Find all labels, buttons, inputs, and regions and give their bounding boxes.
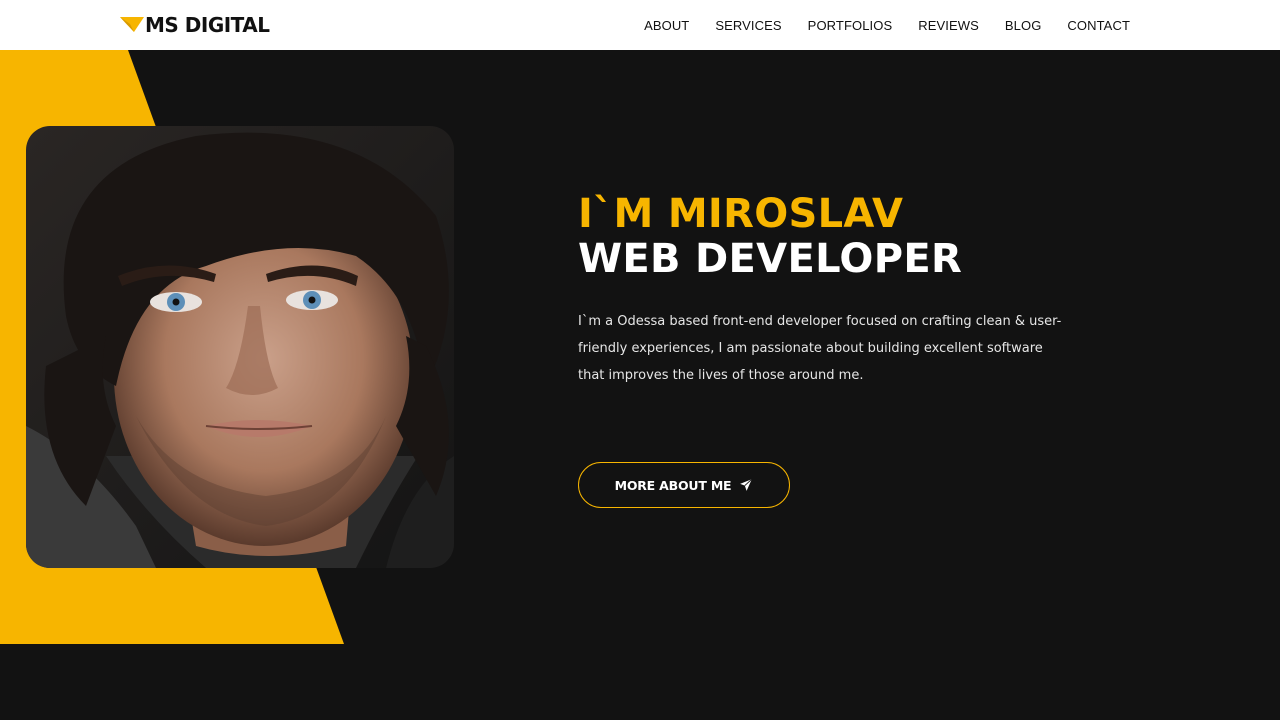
- brand-name: MS DIGITAL: [145, 13, 270, 37]
- yellow-arrow-logo-icon: [120, 17, 144, 32]
- portrait-image: [26, 126, 454, 568]
- hero-section: I`M MIROSLAV WEB DEVELOPER I`m a Odessa …: [0, 50, 1280, 720]
- more-about-me-label: MORE ABOUT ME: [614, 477, 732, 493]
- paper-plane-icon: [740, 478, 753, 491]
- hero-title-role: WEB DEVELOPER: [578, 236, 963, 282]
- nav-item-about[interactable]: ABOUT: [644, 18, 689, 33]
- nav-item-reviews[interactable]: REVIEWS: [918, 18, 979, 33]
- nav-item-portfolios[interactable]: PORTFOLIOS: [808, 18, 893, 33]
- more-about-me-button[interactable]: MORE ABOUT ME: [578, 462, 790, 508]
- main-nav: ABOUT SERVICES PORTFOLIOS REVIEWS BLOG C…: [618, 0, 1130, 50]
- hero-description: I`m a Odessa based front-end developer f…: [578, 314, 1062, 383]
- hero-copy: I`M MIROSLAV WEB DEVELOPER I`m a Odessa …: [578, 192, 1078, 389]
- site-header: MS DIGITAL ABOUT SERVICES PORTFOLIOS REV…: [0, 0, 1280, 50]
- nav-item-contact[interactable]: CONTACT: [1067, 18, 1130, 33]
- nav-item-services[interactable]: SERVICES: [715, 18, 781, 33]
- hero-title-name: I`M MIROSLAV: [578, 191, 904, 237]
- profile-photo: [26, 126, 454, 568]
- nav-item-blog[interactable]: BLOG: [1005, 18, 1042, 33]
- logo[interactable]: MS DIGITAL: [120, 12, 270, 38]
